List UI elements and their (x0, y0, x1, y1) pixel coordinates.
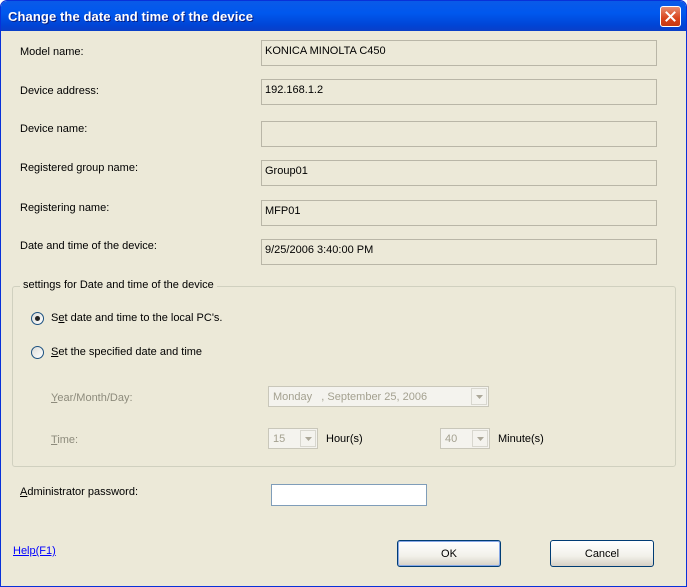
hour-dropdown-button[interactable] (300, 430, 316, 447)
device-address-field: 192.168.1.2 (261, 79, 657, 105)
date-picker-dropdown-button[interactable] (471, 388, 487, 405)
admin-password-label: Administrator password: (20, 486, 138, 498)
hour-value: 15 (273, 433, 286, 445)
radio-local-pc-label[interactable]: Set date and time to the local PC's. (51, 312, 223, 324)
chevron-down-icon (304, 436, 312, 441)
title-bar[interactable]: Change the date and time of the device (1, 1, 686, 31)
radio-specified[interactable] (31, 346, 44, 359)
device-datetime-label: Date and time of the device: (20, 240, 157, 252)
model-name-value: KONICA MINOLTA C450 (265, 45, 386, 57)
group-name-field: Group01 (261, 160, 657, 186)
group-legend: settings for Date and time of the device (20, 279, 217, 291)
group-name-label: Registered group name: (20, 162, 139, 174)
date-picker[interactable]: Monday , September 25, 2006 (268, 386, 489, 407)
model-name-label: Model name: (20, 46, 84, 58)
registering-name-label: Registering name: (20, 202, 110, 214)
cancel-button[interactable]: Cancel (550, 540, 654, 567)
group-name-value: Group01 (265, 165, 308, 177)
window-title: Change the date and time of the device (8, 9, 254, 24)
time-label: Time: (51, 434, 79, 446)
date-picker-value: Monday , September 25, 2006 (273, 391, 428, 403)
model-name-field: KONICA MINOLTA C450 (261, 40, 657, 66)
minute-select[interactable]: 40 (440, 428, 490, 449)
close-icon (665, 11, 676, 22)
close-button[interactable] (660, 6, 681, 27)
admin-password-input[interactable] (271, 484, 427, 506)
dialog-window: Change the date and time of the device M… (0, 0, 687, 587)
device-datetime-value: 9/25/2006 3:40:00 PM (265, 244, 374, 256)
ok-button[interactable]: OK (397, 540, 501, 567)
hour-select[interactable]: 15 (268, 428, 318, 449)
device-name-label: Device name: (20, 123, 88, 135)
help-link[interactable]: Help(F1) (13, 545, 56, 557)
device-address-value: 192.168.1.2 (265, 84, 324, 96)
radio-local-pc[interactable] (31, 312, 44, 325)
device-datetime-field: 9/25/2006 3:40:00 PM (261, 239, 657, 265)
dialog-content: Model name: KONICA MINOLTA C450 Device a… (4, 31, 683, 584)
minute-unit-label: Minute(s) (498, 433, 544, 445)
device-address-label: Device address: (20, 85, 99, 97)
hour-unit-label: Hour(s) (326, 433, 363, 445)
chevron-down-icon (475, 394, 483, 399)
chevron-down-icon (476, 436, 484, 441)
device-name-field (261, 121, 657, 147)
minute-dropdown-button[interactable] (472, 430, 488, 447)
minute-value: 40 (445, 433, 458, 445)
radio-specified-label[interactable]: Set the specified date and time (51, 346, 202, 358)
radio-selected-dot (35, 316, 40, 321)
registering-name-value: MFP01 (265, 205, 301, 217)
registering-name-field: MFP01 (261, 200, 657, 226)
date-label: Year/Month/Day: (51, 392, 133, 404)
